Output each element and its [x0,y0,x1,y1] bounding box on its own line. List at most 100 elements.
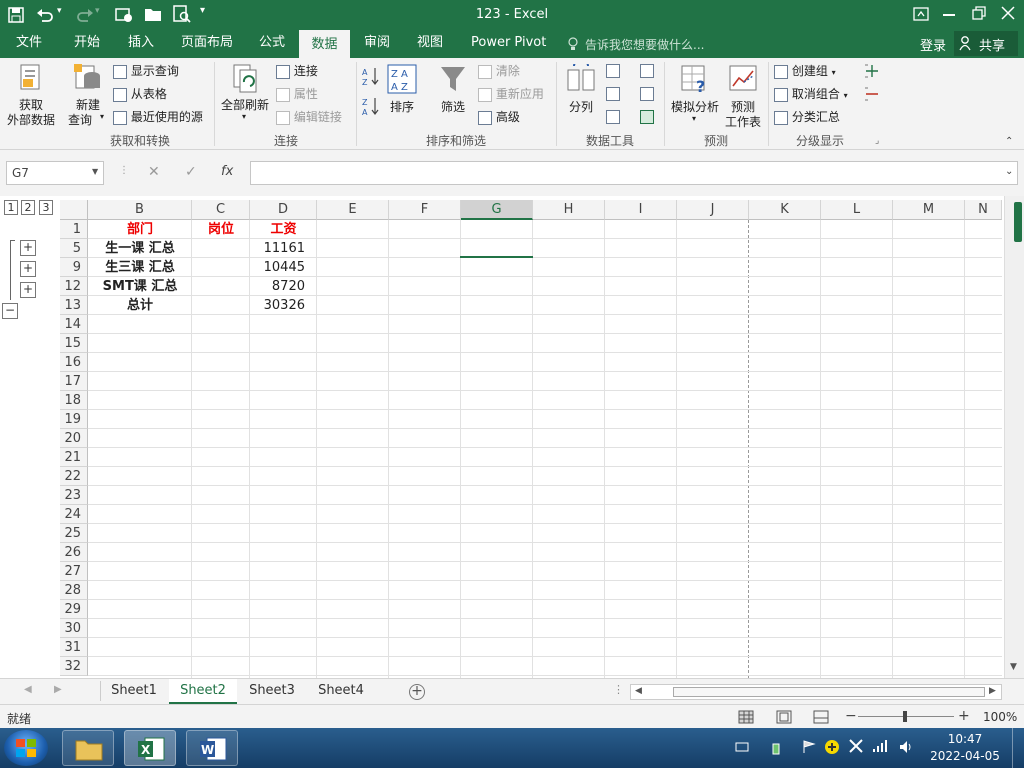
folder-icon[interactable] [144,6,162,22]
connections-button[interactable]: 连接 [276,62,318,80]
zoom-slider-thumb[interactable] [903,711,907,722]
new-query-button[interactable]: 新建 查询 ▾ [66,62,110,128]
print-preview-icon[interactable] [172,5,192,23]
tab-file[interactable]: 文件 [6,30,52,58]
column-header-i[interactable]: I [605,200,677,220]
signal-icon[interactable] [872,739,888,753]
row-header[interactable]: 5 [60,239,88,258]
cell-c12[interactable] [192,277,250,296]
expand-group-2-button[interactable]: + [20,261,36,277]
customize-icon[interactable]: ▾ [200,5,205,16]
name-box-dropdown-icon[interactable]: ▼ [92,167,98,176]
expand-group-3-button[interactable]: + [20,282,36,298]
normal-view-icon[interactable] [738,710,754,724]
data-model-icon[interactable] [640,110,654,124]
consolidate-icon[interactable] [640,64,654,78]
column-header-k[interactable]: K [749,200,821,220]
vertical-scroll-thumb[interactable] [1014,202,1022,242]
tab-scroll-left-icon[interactable]: ◀ [24,684,32,695]
column-header-m[interactable]: M [893,200,965,220]
taskbar-explorer-button[interactable] [62,730,114,766]
ungroup-button[interactable]: 取消组合 ▾ [774,85,848,103]
row-header[interactable]: 15 [60,334,88,353]
tab-page-layout[interactable]: 页面布局 [171,30,243,58]
tab-view[interactable]: 视图 [407,30,453,58]
row-header[interactable]: 13 [60,296,88,315]
collapse-all-button[interactable]: − [2,303,18,319]
start-button[interactable] [4,730,48,766]
forecast-sheet-button[interactable]: 预测 工作表 [722,62,764,129]
cell-b12[interactable]: SMT课 汇总 [88,277,192,296]
undo-dropdown-icon[interactable]: ▾ [57,6,62,16]
zoom-level[interactable]: 100% [983,710,1017,724]
column-header-n[interactable]: N [965,200,1002,220]
column-header-e[interactable]: E [317,200,389,220]
cell-d1[interactable]: 工资 [250,220,317,239]
vertical-scrollbar[interactable]: ▼ [1004,196,1024,678]
login-link[interactable]: 登录 [920,35,946,54]
column-header-d[interactable]: D [250,200,317,220]
sheet-tab-4[interactable]: Sheet4 [307,679,375,704]
row-header[interactable]: 21 [60,448,88,467]
row-header[interactable]: 12 [60,277,88,296]
redo-icon[interactable] [74,7,94,23]
cell-c9[interactable] [192,258,250,277]
show-detail-icon[interactable] [864,64,880,78]
tab-review[interactable]: 审阅 [354,30,400,58]
tools-icon[interactable] [848,738,864,754]
column-header-b[interactable]: B [88,200,192,220]
close-icon[interactable] [1001,6,1015,20]
outline-level-3-button[interactable]: 3 [39,200,53,215]
cell-c5[interactable] [192,239,250,258]
tab-scroll-right-icon[interactable]: ▶ [54,684,62,695]
touch-mode-icon[interactable] [114,6,134,24]
from-table-button[interactable]: 从表格 [113,85,167,103]
clock-time[interactable]: 10:47 [932,732,998,746]
tab-insert[interactable]: 插入 [118,30,164,58]
row-header[interactable]: 18 [60,391,88,410]
sort-button[interactable]: Z A A Z 排序 [384,62,420,128]
enter-icon[interactable]: ✓ [185,164,197,180]
select-all-corner[interactable] [60,200,88,220]
column-header-j[interactable]: J [677,200,749,220]
subtotal-button[interactable]: 分类汇总 [774,108,840,126]
minimize-icon[interactable] [943,14,955,16]
cell-b9[interactable]: 生三课 汇总 [88,258,192,277]
column-header-l[interactable]: L [821,200,893,220]
horizontal-scrollbar[interactable]: ◀ ▶ [630,684,1002,700]
zoom-in-icon[interactable]: + [958,708,970,724]
expand-formula-bar-icon[interactable]: ⌄ [1005,166,1013,177]
page-break-view-icon[interactable] [813,710,829,724]
cell-b1[interactable]: 部门 [88,220,192,239]
insert-function-icon[interactable]: fx [221,164,233,179]
sheet-tab-1[interactable]: Sheet1 [101,679,167,704]
cancel-icon[interactable]: ✕ [148,164,160,180]
row-header[interactable]: 28 [60,581,88,600]
outline-level-1-button[interactable]: 1 [4,200,18,215]
ribbon-display-icon[interactable] [913,7,929,21]
what-if-analysis-button[interactable]: ? 模拟分析 ▾ [668,62,722,128]
formula-input[interactable] [250,161,1018,185]
dialog-launcher-icon[interactable]: ⌟ [875,136,879,146]
group-button[interactable]: 创建组 ▾ [774,62,836,80]
data-validation-icon[interactable] [606,110,620,124]
recent-sources-button[interactable]: 最近使用的源 [113,108,203,126]
save-icon[interactable] [8,7,24,23]
row-header[interactable]: 25 [60,524,88,543]
tab-split-grip-icon[interactable]: ⋮ [613,683,624,696]
cell-d5[interactable]: 11161 [250,239,317,258]
column-header-h[interactable]: H [533,200,605,220]
scroll-left-icon[interactable]: ◀ [635,686,642,696]
cell-c13[interactable] [192,296,250,315]
horizontal-scroll-thumb[interactable] [673,687,985,697]
row-header[interactable]: 23 [60,486,88,505]
row-header[interactable]: 22 [60,467,88,486]
sort-descending-icon[interactable]: ZA [362,96,380,116]
row-header[interactable]: 19 [60,410,88,429]
get-external-data-button[interactable]: 获取 外部数据 [2,62,60,128]
usb-icon[interactable] [771,739,781,755]
column-header-c[interactable]: C [192,200,250,220]
cell-b5[interactable]: 生一课 汇总 [88,239,192,258]
row-header[interactable]: 30 [60,619,88,638]
cell-b13[interactable]: 总计 [88,296,192,315]
